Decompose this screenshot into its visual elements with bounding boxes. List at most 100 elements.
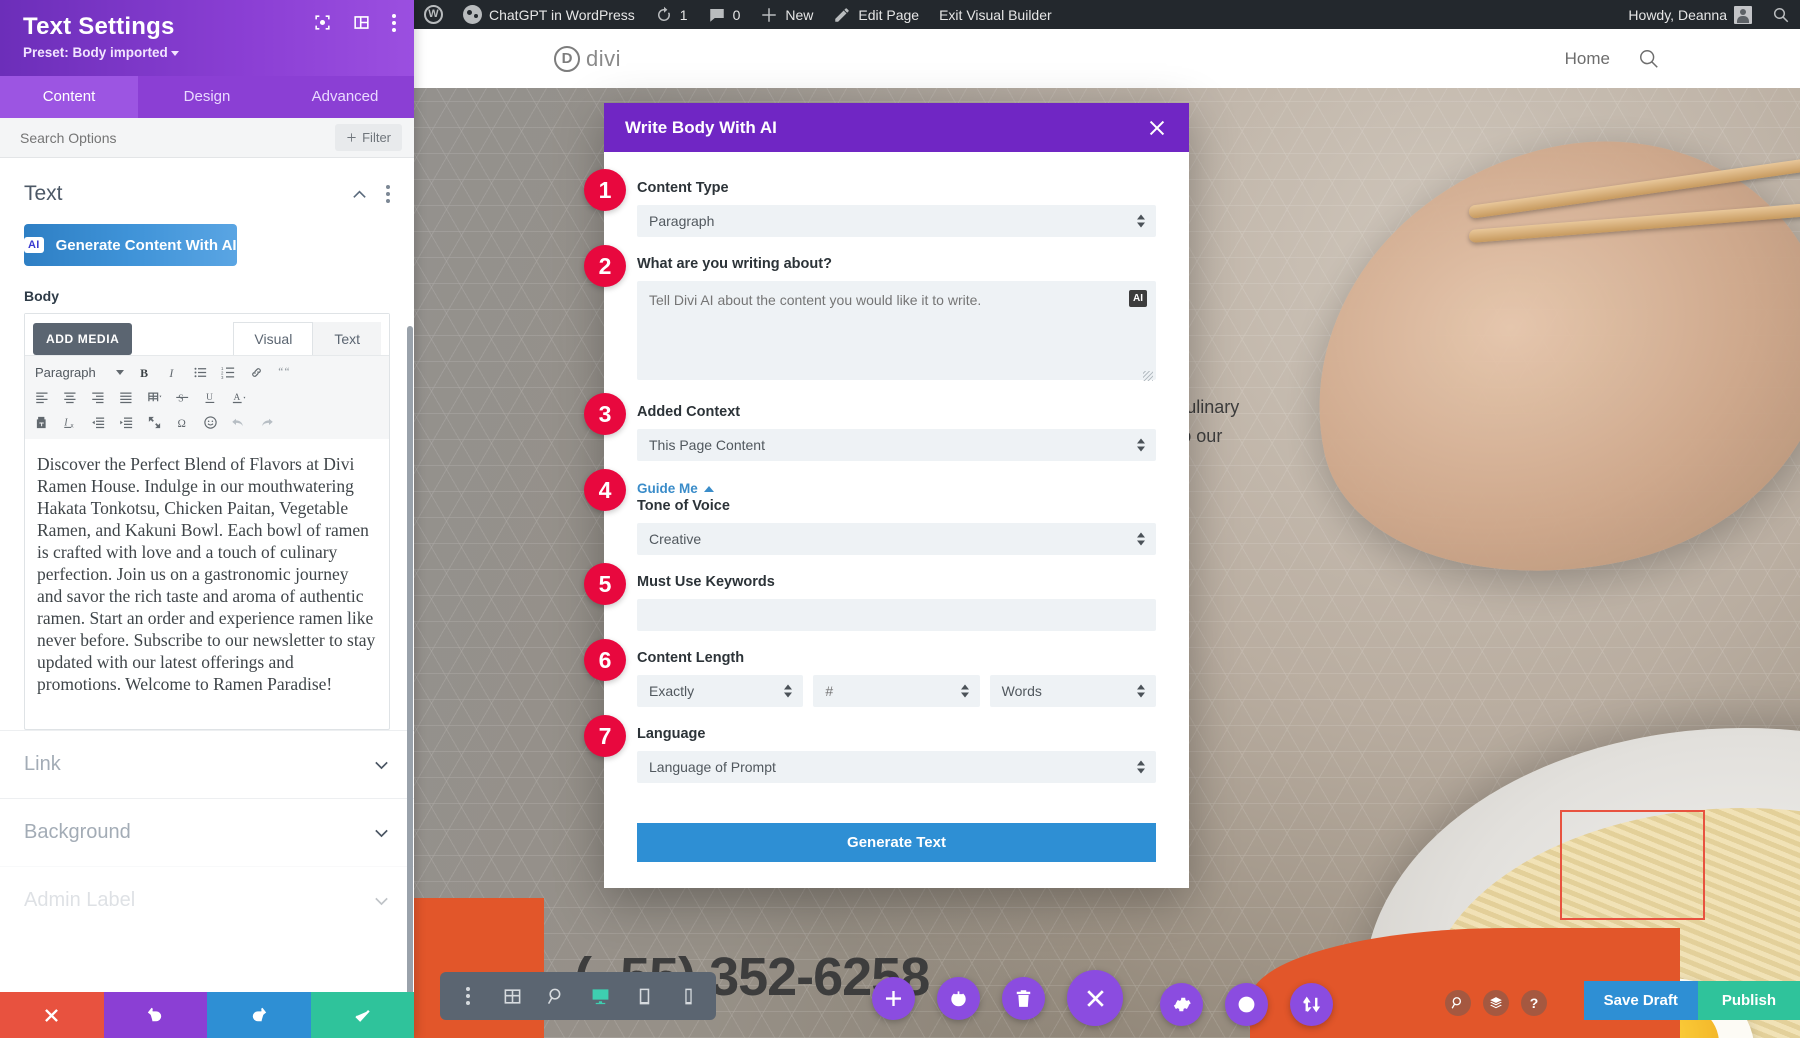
- page-settings-button[interactable]: [937, 976, 980, 1020]
- editor-tab-visual[interactable]: Visual: [233, 322, 314, 355]
- nav-item-home[interactable]: Home: [1565, 49, 1610, 69]
- panel-layout-icon[interactable]: [352, 13, 371, 32]
- fullscreen-button[interactable]: [141, 411, 167, 435]
- length-number-input[interactable]: [813, 675, 980, 707]
- tone-of-voice-select[interactable]: Creative: [637, 523, 1156, 555]
- resize-handle[interactable]: [1143, 371, 1153, 381]
- discard-changes-button[interactable]: [0, 992, 104, 1038]
- fullscreen-icon: [148, 416, 160, 429]
- emoji-button[interactable]: [197, 411, 223, 435]
- phone-view-button[interactable]: [668, 976, 708, 1016]
- bold-button[interactable]: B: [132, 361, 158, 385]
- search-icon[interactable]: [1638, 48, 1660, 70]
- redo-button[interactable]: [253, 411, 279, 435]
- accordion-admin-label[interactable]: Admin Label: [0, 866, 414, 934]
- section-more-options-icon[interactable]: [385, 185, 390, 203]
- adminbar-howdy[interactable]: Howdy, Deanna: [1618, 0, 1762, 29]
- must-use-keywords-input[interactable]: [637, 599, 1156, 631]
- responsive-sort-button[interactable]: [1290, 983, 1333, 1026]
- accordion-background[interactable]: Background: [0, 798, 414, 866]
- trash-button[interactable]: [1002, 976, 1045, 1020]
- save-changes-button[interactable]: [310, 992, 414, 1038]
- undo-icon: [231, 418, 243, 427]
- numbered-list-button[interactable]: 123: [216, 361, 242, 385]
- history-button[interactable]: [1225, 983, 1268, 1026]
- adminbar-chatgpt[interactable]: ChatGPT in WordPress: [453, 0, 645, 29]
- ai-chip-icon[interactable]: AI: [1129, 290, 1147, 307]
- link-button[interactable]: [244, 361, 270, 385]
- tablet-view-button[interactable]: [624, 976, 664, 1016]
- accordion-link[interactable]: Link: [0, 730, 414, 798]
- guide-me-toggle[interactable]: Guide Me: [637, 481, 714, 496]
- modal-title: Write Body With AI: [625, 117, 777, 137]
- zoom-out-view-button[interactable]: [536, 976, 576, 1016]
- underline-button[interactable]: U: [197, 386, 223, 410]
- adminbar-edit-page[interactable]: Edit Page: [823, 0, 929, 29]
- help-button[interactable]: ?: [1521, 990, 1547, 1016]
- length-mode-select[interactable]: Exactly: [637, 675, 804, 707]
- blockquote-button[interactable]: ““: [272, 361, 298, 385]
- divi-mini-actions: ?: [1445, 990, 1547, 1016]
- search-button[interactable]: [1445, 990, 1471, 1016]
- adminbar-new[interactable]: New: [750, 0, 823, 29]
- align-left-button[interactable]: [29, 386, 55, 410]
- tab-content[interactable]: Content: [0, 76, 138, 118]
- language-select[interactable]: Language of Prompt: [637, 751, 1156, 783]
- search-input[interactable]: [20, 129, 336, 146]
- section-title: Text: [24, 182, 63, 205]
- add-section-button[interactable]: [872, 976, 915, 1020]
- generate-content-with-ai-button[interactable]: AI Generate Content With AI: [24, 224, 237, 266]
- added-context-select[interactable]: This Page Content: [637, 429, 1156, 461]
- table-icon: [147, 392, 161, 402]
- settings-button[interactable]: [1160, 983, 1203, 1026]
- italic-button[interactable]: I: [160, 361, 186, 385]
- panel-more-options-icon[interactable]: [391, 13, 396, 32]
- layers-button[interactable]: [1483, 990, 1509, 1016]
- special-character-button[interactable]: Ω: [169, 411, 195, 435]
- adminbar-exit-visual-builder[interactable]: Exit Visual Builder: [929, 0, 1062, 29]
- save-draft-button[interactable]: Save Draft: [1583, 981, 1698, 1020]
- undo-button[interactable]: [225, 411, 251, 435]
- clear-formatting-button[interactable]: Ix: [57, 411, 83, 435]
- prompt-textarea[interactable]: [637, 281, 1156, 380]
- editor-tab-text[interactable]: Text: [313, 322, 381, 355]
- focus-target-icon[interactable]: [313, 13, 332, 32]
- chevron-up-icon[interactable]: [351, 186, 368, 203]
- content-type-select[interactable]: Paragraph: [637, 205, 1156, 237]
- panel-preset[interactable]: Preset: Body imported: [23, 45, 394, 60]
- paragraph-format-select[interactable]: Paragraph: [29, 365, 130, 380]
- adminbar-wp-logo[interactable]: [414, 0, 453, 29]
- undo-button[interactable]: [103, 992, 207, 1038]
- close-builder-button[interactable]: [1067, 970, 1123, 1026]
- adminbar-comments[interactable]: 0: [698, 0, 751, 29]
- generate-text-button[interactable]: Generate Text: [637, 823, 1156, 862]
- body-editor-content[interactable]: Discover the Perfect Blend of Flavors at…: [25, 439, 389, 729]
- desktop-view-button[interactable]: [580, 976, 620, 1016]
- step-badge-7: 7: [584, 715, 626, 757]
- tab-advanced[interactable]: Advanced: [276, 76, 414, 118]
- table-button[interactable]: [141, 386, 167, 410]
- align-center-button[interactable]: [57, 386, 83, 410]
- adminbar-search[interactable]: [1762, 0, 1800, 29]
- strikethrough-button[interactable]: S: [169, 386, 195, 410]
- outdent-button[interactable]: [85, 411, 111, 435]
- text-color-button[interactable]: A: [225, 386, 251, 410]
- align-right-button[interactable]: [85, 386, 111, 410]
- publish-button[interactable]: Publish: [1697, 981, 1800, 1020]
- tab-design[interactable]: Design: [138, 76, 276, 118]
- indent-button[interactable]: [113, 411, 139, 435]
- redo-button[interactable]: [207, 992, 311, 1038]
- bullet-list-button[interactable]: [188, 361, 214, 385]
- adminbar-revisions[interactable]: 1: [645, 0, 698, 29]
- close-icon[interactable]: [1146, 117, 1168, 139]
- wireframe-view-button[interactable]: [492, 976, 532, 1016]
- panel-scrollbar[interactable]: [407, 326, 413, 992]
- more-options-button[interactable]: [448, 976, 488, 1016]
- paste-as-text-button[interactable]: [29, 411, 55, 435]
- length-unit-select[interactable]: Words: [989, 675, 1156, 707]
- site-logo[interactable]: D divi: [554, 45, 621, 72]
- justify-button[interactable]: [113, 386, 139, 410]
- add-media-button[interactable]: ADD MEDIA: [33, 323, 133, 355]
- filter-button[interactable]: Filter: [335, 124, 402, 151]
- chatgpt-icon: [463, 5, 482, 24]
